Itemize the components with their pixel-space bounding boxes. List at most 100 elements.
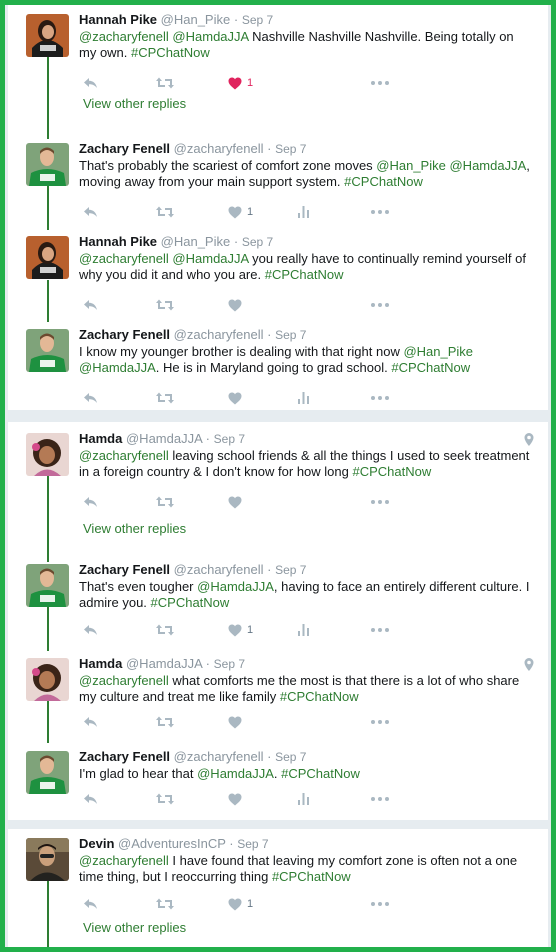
hashtag-link[interactable]: #CPChatNow bbox=[272, 869, 351, 884]
tweet[interactable]: Devin @AdventuresInCP · Sep 7 @zacharyfe… bbox=[8, 836, 548, 928]
display-name[interactable]: Zachary Fenell bbox=[79, 749, 170, 764]
timestamp[interactable]: Sep 7 bbox=[242, 235, 273, 249]
location-pin-icon[interactable] bbox=[524, 433, 534, 446]
like-button[interactable]: 1 bbox=[228, 76, 253, 90]
like-button[interactable] bbox=[228, 715, 242, 729]
view-other-replies-link[interactable]: View other replies bbox=[83, 96, 186, 111]
more-button[interactable] bbox=[371, 715, 389, 729]
avatar[interactable] bbox=[26, 838, 69, 881]
mention-link[interactable]: @zacharyfenell bbox=[79, 448, 169, 463]
analytics-button[interactable] bbox=[298, 391, 309, 405]
display-name[interactable]: Zachary Fenell bbox=[79, 562, 170, 577]
avatar[interactable] bbox=[26, 236, 69, 279]
user-handle[interactable]: @zacharyfenell bbox=[174, 562, 264, 577]
retweet-button[interactable] bbox=[156, 715, 174, 729]
retweet-button[interactable] bbox=[156, 792, 174, 806]
timestamp[interactable]: Sep 7 bbox=[242, 13, 273, 27]
hashtag-link[interactable]: #CPChatNow bbox=[151, 595, 230, 610]
hashtag-link[interactable]: #CPChatNow bbox=[131, 45, 210, 60]
tweet[interactable]: Hannah Pike @Han_Pike · Sep 7 @zacharyfe… bbox=[8, 12, 548, 104]
reply-button[interactable] bbox=[83, 715, 98, 729]
retweet-button[interactable] bbox=[156, 623, 174, 637]
mention-link[interactable]: @zacharyfenell bbox=[79, 251, 169, 266]
hashtag-link[interactable]: #CPChatNow bbox=[280, 689, 359, 704]
like-button[interactable] bbox=[228, 495, 242, 509]
analytics-button[interactable] bbox=[298, 623, 309, 637]
like-button[interactable]: 1 bbox=[228, 205, 253, 219]
reply-button[interactable] bbox=[83, 205, 98, 219]
retweet-button[interactable] bbox=[156, 205, 174, 219]
display-name[interactable]: Zachary Fenell bbox=[79, 327, 170, 342]
analytics-button[interactable] bbox=[298, 205, 309, 219]
more-button[interactable] bbox=[371, 495, 389, 509]
retweet-button[interactable] bbox=[156, 495, 174, 509]
retweet-button[interactable] bbox=[156, 391, 174, 405]
mention-link[interactable]: @zacharyfenell bbox=[79, 29, 169, 44]
tweet[interactable]: Zachary Fenell @zacharyfenell · Sep 7 Th… bbox=[8, 141, 548, 228]
tweet[interactable]: Hamda @HamdaJJA · Sep 7 @zacharyfenell l… bbox=[8, 431, 548, 523]
tweet[interactable]: Hamda @HamdaJJA · Sep 7 @zacharyfenell w… bbox=[8, 656, 548, 743]
timestamp[interactable]: Sep 7 bbox=[275, 328, 306, 342]
display-name[interactable]: Hamda bbox=[79, 431, 122, 446]
like-button[interactable] bbox=[228, 298, 242, 312]
more-button[interactable] bbox=[371, 298, 389, 312]
view-other-replies-link[interactable]: View other replies bbox=[83, 920, 186, 935]
timestamp[interactable]: Sep 7 bbox=[214, 657, 245, 671]
display-name[interactable]: Zachary Fenell bbox=[79, 141, 170, 156]
mention-link[interactable]: @Han_Pike bbox=[376, 158, 446, 173]
like-button[interactable]: 1 bbox=[228, 623, 253, 637]
display-name[interactable]: Hannah Pike bbox=[79, 234, 157, 249]
more-button[interactable] bbox=[371, 391, 389, 405]
avatar[interactable] bbox=[26, 564, 69, 607]
user-handle[interactable]: @HamdaJJA bbox=[126, 431, 202, 446]
more-button[interactable] bbox=[371, 792, 389, 806]
reply-button[interactable] bbox=[83, 495, 98, 509]
mention-link[interactable]: @HamdaJJA bbox=[172, 29, 248, 44]
retweet-button[interactable] bbox=[156, 76, 174, 90]
hashtag-link[interactable]: #CPChatNow bbox=[391, 360, 470, 375]
hashtag-link[interactable]: #CPChatNow bbox=[344, 174, 423, 189]
display-name[interactable]: Hamda bbox=[79, 656, 122, 671]
mention-link[interactable]: @zacharyfenell bbox=[79, 853, 169, 868]
mention-link[interactable]: @HamdaJJA bbox=[197, 579, 274, 594]
user-handle[interactable]: @AdventuresInCP bbox=[118, 836, 226, 851]
hashtag-link[interactable]: #CPChatNow bbox=[352, 464, 431, 479]
like-button[interactable] bbox=[228, 391, 242, 405]
mention-link[interactable]: @zacharyfenell bbox=[79, 673, 169, 688]
mention-link[interactable]: @HamdaJJA bbox=[449, 158, 526, 173]
mention-link[interactable]: @HamdaJJA bbox=[197, 766, 274, 781]
display-name[interactable]: Devin bbox=[79, 836, 114, 851]
reply-button[interactable] bbox=[83, 298, 98, 312]
hashtag-link[interactable]: #CPChatNow bbox=[265, 267, 344, 282]
more-button[interactable] bbox=[371, 897, 389, 911]
retweet-button[interactable] bbox=[156, 298, 174, 312]
more-button[interactable] bbox=[371, 623, 389, 637]
display-name[interactable]: Hannah Pike bbox=[79, 12, 157, 27]
tweet[interactable]: Hannah Pike @Han_Pike · Sep 7 @zacharyfe… bbox=[8, 234, 548, 321]
timestamp[interactable]: Sep 7 bbox=[214, 432, 245, 446]
mention-link[interactable]: @HamdaJJA bbox=[79, 360, 156, 375]
user-handle[interactable]: @HamdaJJA bbox=[126, 656, 202, 671]
retweet-button[interactable] bbox=[156, 897, 174, 911]
tweet[interactable]: Zachary Fenell @zacharyfenell · Sep 7 Th… bbox=[8, 562, 548, 649]
like-button[interactable]: 1 bbox=[228, 897, 253, 911]
analytics-button[interactable] bbox=[298, 792, 309, 806]
user-handle[interactable]: @zacharyfenell bbox=[174, 749, 264, 764]
avatar[interactable] bbox=[26, 751, 69, 794]
reply-button[interactable] bbox=[83, 76, 98, 90]
timestamp[interactable]: Sep 7 bbox=[275, 142, 306, 156]
avatar[interactable] bbox=[26, 143, 69, 186]
user-handle[interactable]: @zacharyfenell bbox=[174, 141, 264, 156]
timestamp[interactable]: Sep 7 bbox=[275, 750, 306, 764]
tweet[interactable]: Zachary Fenell @zacharyfenell · Sep 7 I'… bbox=[8, 749, 548, 819]
timestamp[interactable]: Sep 7 bbox=[275, 563, 306, 577]
more-button[interactable] bbox=[371, 205, 389, 219]
avatar[interactable] bbox=[26, 433, 69, 476]
avatar[interactable] bbox=[26, 14, 69, 57]
location-pin-icon[interactable] bbox=[524, 658, 534, 671]
user-handle[interactable]: @Han_Pike bbox=[161, 234, 231, 249]
reply-button[interactable] bbox=[83, 623, 98, 637]
tweet[interactable]: Zachary Fenell @zacharyfenell · Sep 7 I … bbox=[8, 327, 548, 409]
mention-link[interactable]: @HamdaJJA bbox=[172, 251, 248, 266]
user-handle[interactable]: @zacharyfenell bbox=[174, 327, 264, 342]
